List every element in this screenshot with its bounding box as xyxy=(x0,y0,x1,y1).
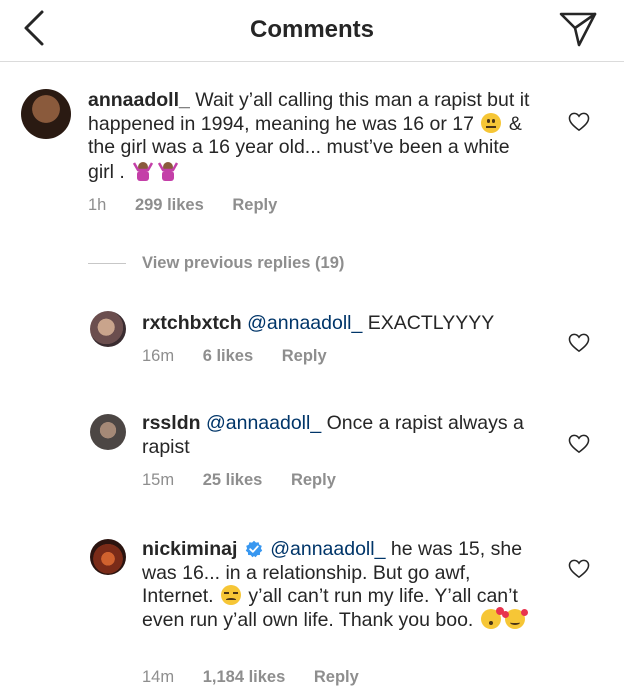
reply-username[interactable]: rssldn xyxy=(142,412,201,434)
avatar[interactable] xyxy=(21,89,71,139)
like-heart-icon[interactable] xyxy=(568,112,590,132)
unamused-face-emoji xyxy=(220,585,241,605)
reply-meta: 16m 6 likes Reply xyxy=(142,347,351,366)
like-heart-icon[interactable] xyxy=(568,434,590,454)
comment-likes[interactable]: 299 likes xyxy=(135,196,204,214)
person-shrugging-emoji xyxy=(133,161,154,181)
comment-meta: 1h 299 likes Reply xyxy=(88,196,301,215)
reply-meta: 15m 25 likes Reply xyxy=(142,471,360,490)
reply-button[interactable]: Reply xyxy=(232,196,277,214)
reply-button[interactable]: Reply xyxy=(291,471,336,489)
smiling-face-with-hearts-emoji xyxy=(501,608,528,629)
reply-time: 15m xyxy=(142,471,175,489)
like-heart-icon[interactable] xyxy=(568,333,590,353)
mention-link[interactable]: @annaadoll_ xyxy=(270,538,385,560)
comment-text: annaadoll_ Wait y’all calling this man a… xyxy=(88,89,540,184)
comments-header: Comments xyxy=(0,0,624,62)
reply-time: 16m xyxy=(142,347,175,365)
verified-badge-icon xyxy=(245,540,262,558)
page-title: Comments xyxy=(249,16,375,43)
comment-username[interactable]: annaadoll_ xyxy=(88,89,190,111)
reply-button[interactable]: Reply xyxy=(282,347,327,365)
comment-time: 1h xyxy=(88,196,107,214)
view-previous-replies-label[interactable]: View previous replies (19) xyxy=(142,254,344,273)
reply-text: nickiminaj @annaadoll_ he was 15, she wa… xyxy=(142,538,542,632)
reply-username[interactable]: rxtchbxtch xyxy=(142,312,242,334)
reply-text: rssldn @annaadoll_ Once a rapist always … xyxy=(142,412,542,459)
neutral-face-emoji xyxy=(481,112,502,133)
avatar[interactable] xyxy=(90,311,126,347)
avatar[interactable] xyxy=(90,414,126,450)
reply-likes[interactable]: 6 likes xyxy=(203,347,253,365)
like-heart-icon[interactable] xyxy=(568,559,590,579)
reply-text: rxtchbxtch @annaadoll_ EXACTLYYYY xyxy=(142,312,542,336)
reply-likes[interactable]: 1,184 likes xyxy=(203,668,286,686)
reply-meta: 14m 1,184 likes Reply xyxy=(142,668,383,687)
divider xyxy=(88,262,126,264)
paper-plane-icon[interactable] xyxy=(558,10,598,48)
person-shrugging-emoji xyxy=(158,161,179,181)
mention-link[interactable]: @annaadoll_ xyxy=(247,312,362,334)
reply-time: 14m xyxy=(142,668,175,686)
reply-username[interactable]: nickiminaj xyxy=(142,538,237,560)
face-blowing-kiss-emoji xyxy=(480,606,504,629)
reply-likes[interactable]: 25 likes xyxy=(203,471,263,489)
view-previous-replies[interactable]: View previous replies (19) xyxy=(88,252,344,274)
reply-body: EXACTLYYYY xyxy=(367,312,495,334)
reply-button[interactable]: Reply xyxy=(314,668,359,686)
avatar[interactable] xyxy=(90,539,126,575)
mention-link[interactable]: @annaadoll_ xyxy=(206,412,321,434)
